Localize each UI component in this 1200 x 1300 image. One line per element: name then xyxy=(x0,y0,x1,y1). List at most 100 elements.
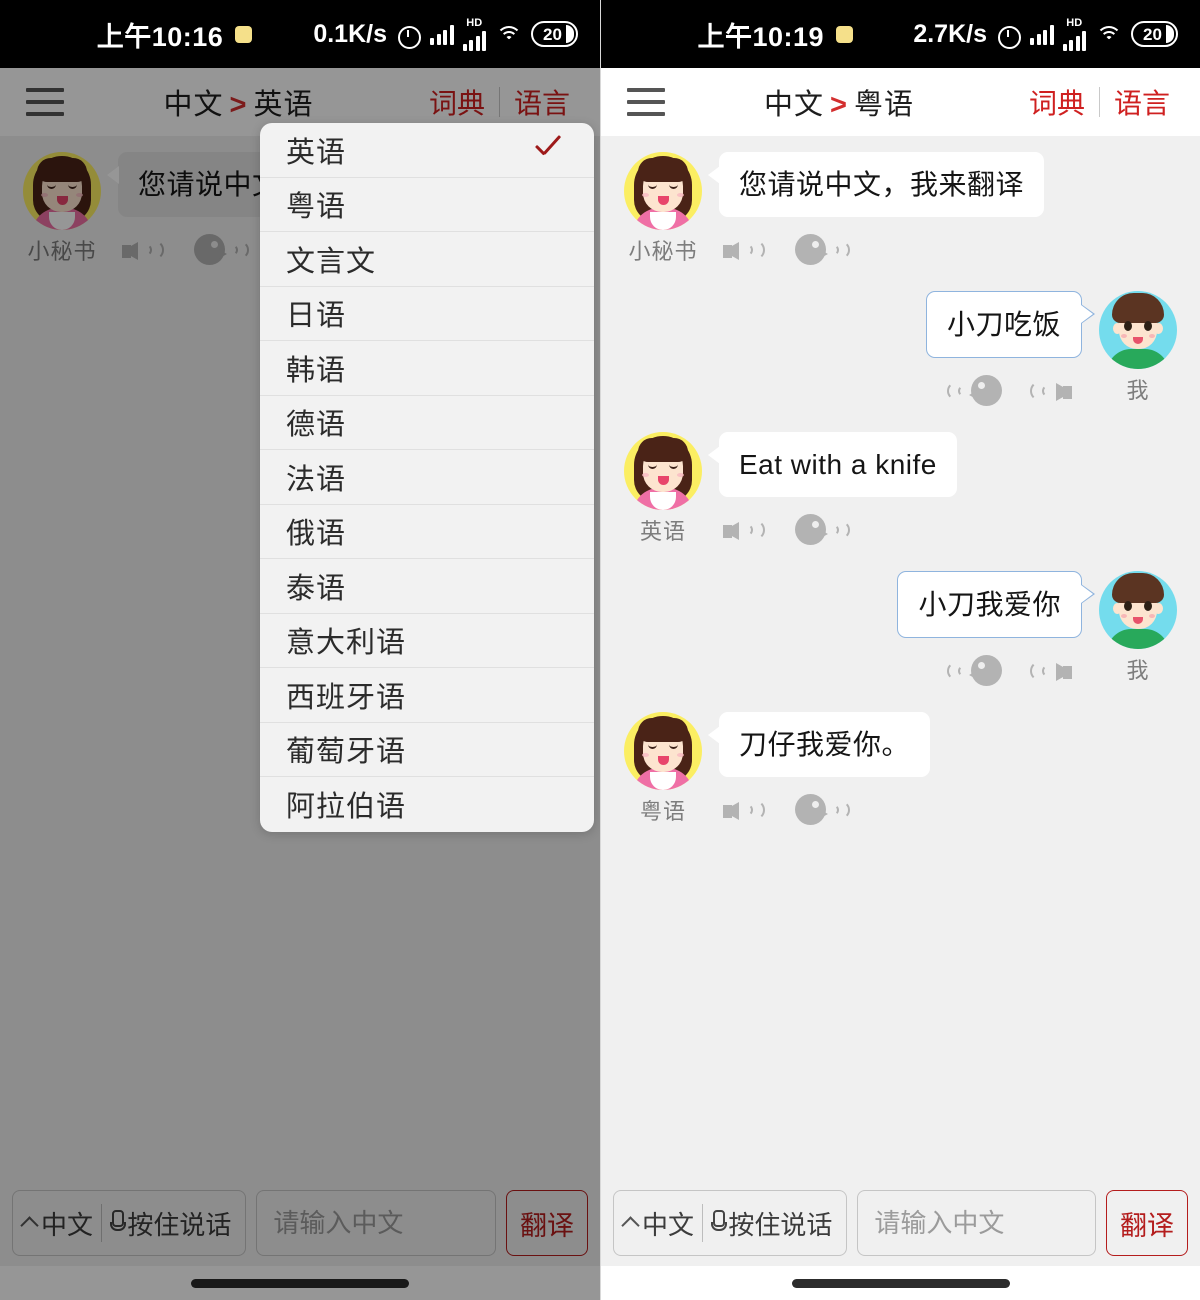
dropdown-item-label: 泰语 xyxy=(286,572,347,605)
dropdown-item-12[interactable]: 阿拉伯语 xyxy=(260,777,594,832)
speak-head-icon[interactable] xyxy=(795,510,850,550)
message-controls xyxy=(707,787,930,833)
source-language-label: 中文 xyxy=(764,89,825,121)
dropdown-item-label: 粤语 xyxy=(286,191,347,224)
speak-head-icon[interactable] xyxy=(795,790,850,830)
message-bubble[interactable]: 小刀我爱你 xyxy=(897,571,1095,638)
speak-head-icon[interactable] xyxy=(947,371,1002,411)
text-input-right[interactable] xyxy=(857,1190,1096,1256)
speak-head-icon[interactable] xyxy=(947,651,1002,691)
dropdown-item-2[interactable]: 文言文 xyxy=(260,232,594,287)
microphone-icon xyxy=(709,1210,728,1236)
hd-label: HD xyxy=(1066,16,1083,29)
alarm-icon xyxy=(996,22,1021,49)
message-row: 粤语 刀仔我爱你。 xyxy=(619,712,1182,833)
header-actions-right: 词典 语言 xyxy=(1015,82,1200,122)
hd-label: HD xyxy=(466,16,483,29)
dropdown-item-0[interactable]: 英语 xyxy=(260,123,594,178)
message-bubble[interactable]: 您请说中文，我来翻译 xyxy=(707,152,1045,217)
avatar xyxy=(624,712,702,790)
target-language-label: 英语 xyxy=(253,89,314,121)
language-button[interactable]: 语言 xyxy=(500,82,584,122)
dropdown-item-11[interactable]: 葡萄牙语 xyxy=(260,723,594,777)
battery-icon: 20 xyxy=(531,21,578,47)
page-title-right: 中文 > 粤语 xyxy=(683,81,1015,123)
message-controls xyxy=(707,507,957,553)
avatar xyxy=(23,152,101,230)
dropdown-item-label: 俄语 xyxy=(286,518,347,551)
hamburger-icon[interactable] xyxy=(613,88,683,116)
speak-head-icon[interactable] xyxy=(194,230,249,270)
dropdown-item-6[interactable]: 法语 xyxy=(260,450,594,505)
check-icon xyxy=(536,140,566,156)
speaker-icon[interactable] xyxy=(721,791,767,829)
message-row: 小秘书 您请说中文，我来翻译 xyxy=(619,152,1182,273)
dropdown-item-label: 意大利语 xyxy=(286,627,407,660)
hold-to-talk-button[interactable]: 按住说话 xyxy=(703,1205,840,1242)
speaker-icon[interactable] xyxy=(120,231,166,269)
language-button[interactable]: 语言 xyxy=(1100,82,1184,122)
message-row: 英语 Eat with a knife xyxy=(619,432,1182,553)
nav-bar-right xyxy=(601,1266,1200,1300)
dropdown-item-9[interactable]: 意大利语 xyxy=(260,614,594,668)
dropdown-item-label: 文言文 xyxy=(286,245,377,278)
dropdown-item-1[interactable]: 粤语 xyxy=(260,178,594,232)
dropdown-item-4[interactable]: 韩语 xyxy=(260,341,594,396)
message-bubble[interactable]: 小刀吃饭 xyxy=(925,291,1096,358)
avatar xyxy=(1099,571,1177,649)
alarm-icon xyxy=(396,22,421,49)
speaker-icon[interactable] xyxy=(1028,372,1074,410)
status-left-group: 上午10:16 xyxy=(0,15,309,54)
speaker-icon[interactable] xyxy=(1028,652,1074,690)
speaker-name: 小秘书 xyxy=(628,239,698,264)
bubble-column: 您请说中文，我来翻译 xyxy=(707,152,1045,273)
dropdown-item-8[interactable]: 泰语 xyxy=(260,559,594,614)
hold-to-talk-button[interactable]: 按住说话 xyxy=(102,1205,239,1242)
nav-bar-left xyxy=(0,1266,600,1300)
input-bar-left: 中文 按住说话 翻译 xyxy=(0,1180,600,1266)
translate-button-right[interactable]: 翻译 xyxy=(1106,1190,1188,1256)
speaker-icon[interactable] xyxy=(721,231,767,269)
home-indicator[interactable] xyxy=(791,1278,1010,1288)
mic-language-label: 中文 xyxy=(41,1209,94,1240)
dropdown-item-3[interactable]: 日语 xyxy=(260,287,594,341)
text-input-left[interactable] xyxy=(256,1190,496,1256)
dropdown-item-label: 日语 xyxy=(286,300,347,333)
dictionary-button[interactable]: 词典 xyxy=(1015,82,1099,122)
speaker-name: 我 xyxy=(1126,378,1150,403)
speaker-icon[interactable] xyxy=(721,511,767,549)
status-right-group: 2.7K/s HD 20 xyxy=(910,16,1200,51)
message-bubble[interactable]: Eat with a knife xyxy=(708,432,957,497)
bubble-column: 小刀吃饭 xyxy=(925,291,1096,414)
status-time: 上午10:19 xyxy=(697,21,825,52)
dropdown-item-7[interactable]: 俄语 xyxy=(260,505,594,559)
speak-head-icon[interactable] xyxy=(795,230,850,270)
status-bar-right: 上午10:19 2.7K/s HD 20 xyxy=(601,0,1200,68)
language-dropdown[interactable]: 英语 粤语 文言文 日语 韩语 德语 法语 俄语 泰语 意大利语 西班牙语 葡萄… xyxy=(260,123,594,832)
dropdown-item-10[interactable]: 西班牙语 xyxy=(260,668,594,723)
translate-button-left[interactable]: 翻译 xyxy=(506,1190,588,1256)
battery-level: 20 xyxy=(543,24,562,44)
avatar-column: 我 xyxy=(1094,291,1182,414)
arrow-icon: > xyxy=(229,89,248,121)
microphone-icon xyxy=(108,1210,127,1236)
mic-group-left: 中文 按住说话 xyxy=(12,1190,247,1256)
avatar xyxy=(1099,291,1177,369)
dictionary-button[interactable]: 词典 xyxy=(415,82,499,122)
hamburger-icon[interactable] xyxy=(12,88,82,116)
signal-bars-icon xyxy=(1030,23,1054,45)
bubble-column: 小刀我爱你 xyxy=(897,571,1095,694)
bubble-column: 刀仔我爱你。 xyxy=(707,712,931,833)
hd-signal-icon: HD xyxy=(462,16,486,51)
message-row: 小刀吃饭 我 xyxy=(619,291,1182,414)
dropdown-item-label: 英语 xyxy=(286,136,347,169)
dual-screenshot: 上午10:16 0.1K/s HD 20 中文 > 英语 词典 语言 小秘书 您… xyxy=(0,0,1200,1300)
speaker-name: 粤语 xyxy=(639,799,686,824)
hd-signal-icon: HD xyxy=(1062,16,1086,51)
dropdown-item-5[interactable]: 德语 xyxy=(260,396,594,450)
message-controls xyxy=(947,368,1094,414)
home-indicator[interactable] xyxy=(191,1278,409,1288)
mic-language-selector[interactable]: 中文 xyxy=(19,1205,101,1242)
mic-language-selector[interactable]: 中文 xyxy=(620,1205,702,1242)
message-bubble[interactable]: 刀仔我爱你。 xyxy=(707,712,931,777)
